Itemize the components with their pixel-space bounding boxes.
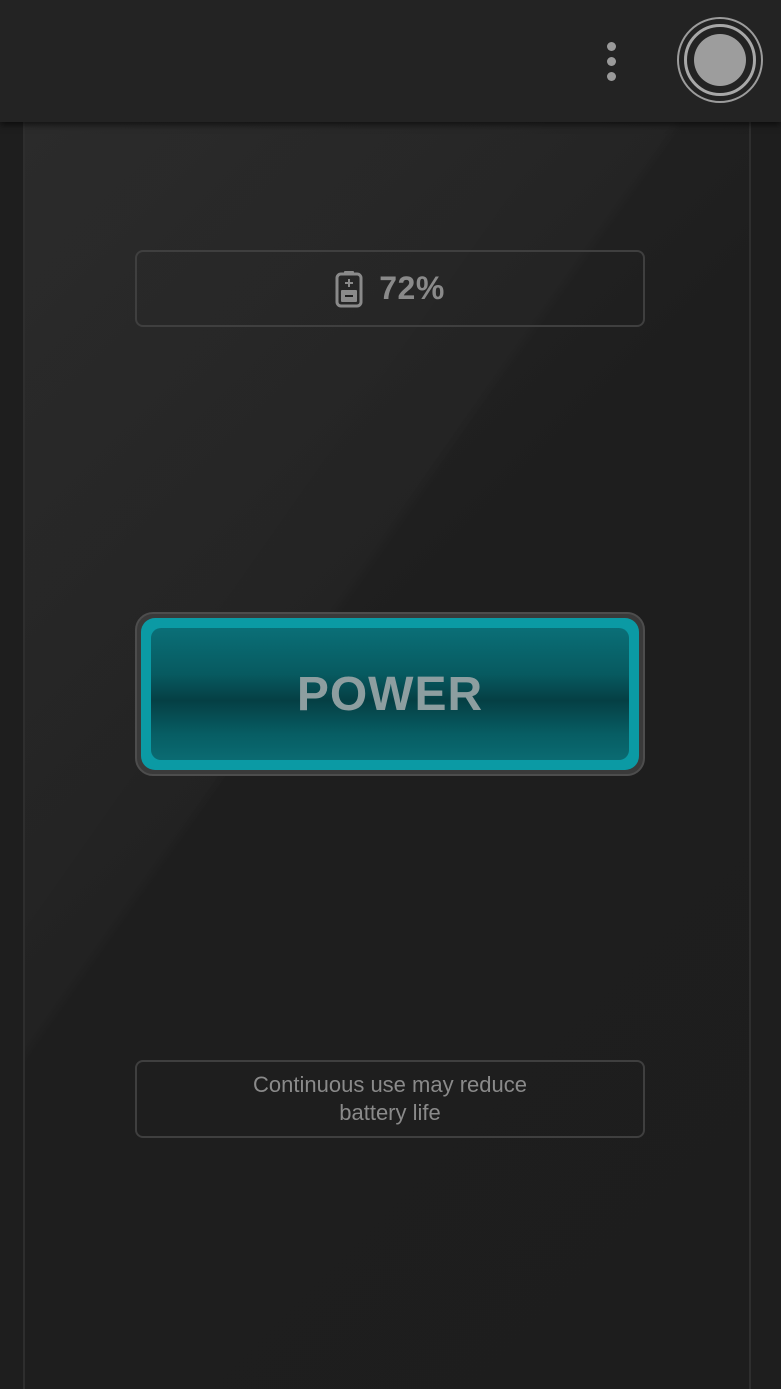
- power-button[interactable]: POWER: [141, 618, 639, 770]
- battery-warning-text: Continuous use may reduce battery life: [253, 1072, 527, 1125]
- circle-toggle-core: [694, 34, 746, 86]
- overflow-menu-icon: [606, 41, 616, 51]
- circle-toggle-icon: [684, 24, 756, 96]
- overflow-menu-button[interactable]: [591, 36, 631, 86]
- battery-status: 72%: [135, 250, 645, 327]
- power-button-label: POWER: [296, 667, 484, 721]
- battery-icon: [335, 270, 363, 307]
- overflow-menu-icon-dot: [606, 71, 616, 81]
- overflow-menu-icon-dot: [606, 56, 616, 66]
- power-button-face: POWER: [151, 628, 629, 760]
- app-root: 72% POWER Continuous use may reduce batt…: [0, 0, 781, 1389]
- circle-toggle-button[interactable]: [677, 17, 763, 103]
- top-app-bar: [0, 0, 781, 122]
- battery-warning: Continuous use may reduce battery life: [135, 1060, 645, 1138]
- battery-level-text: 72%: [379, 270, 445, 306]
- power-button-frame: POWER: [135, 612, 645, 776]
